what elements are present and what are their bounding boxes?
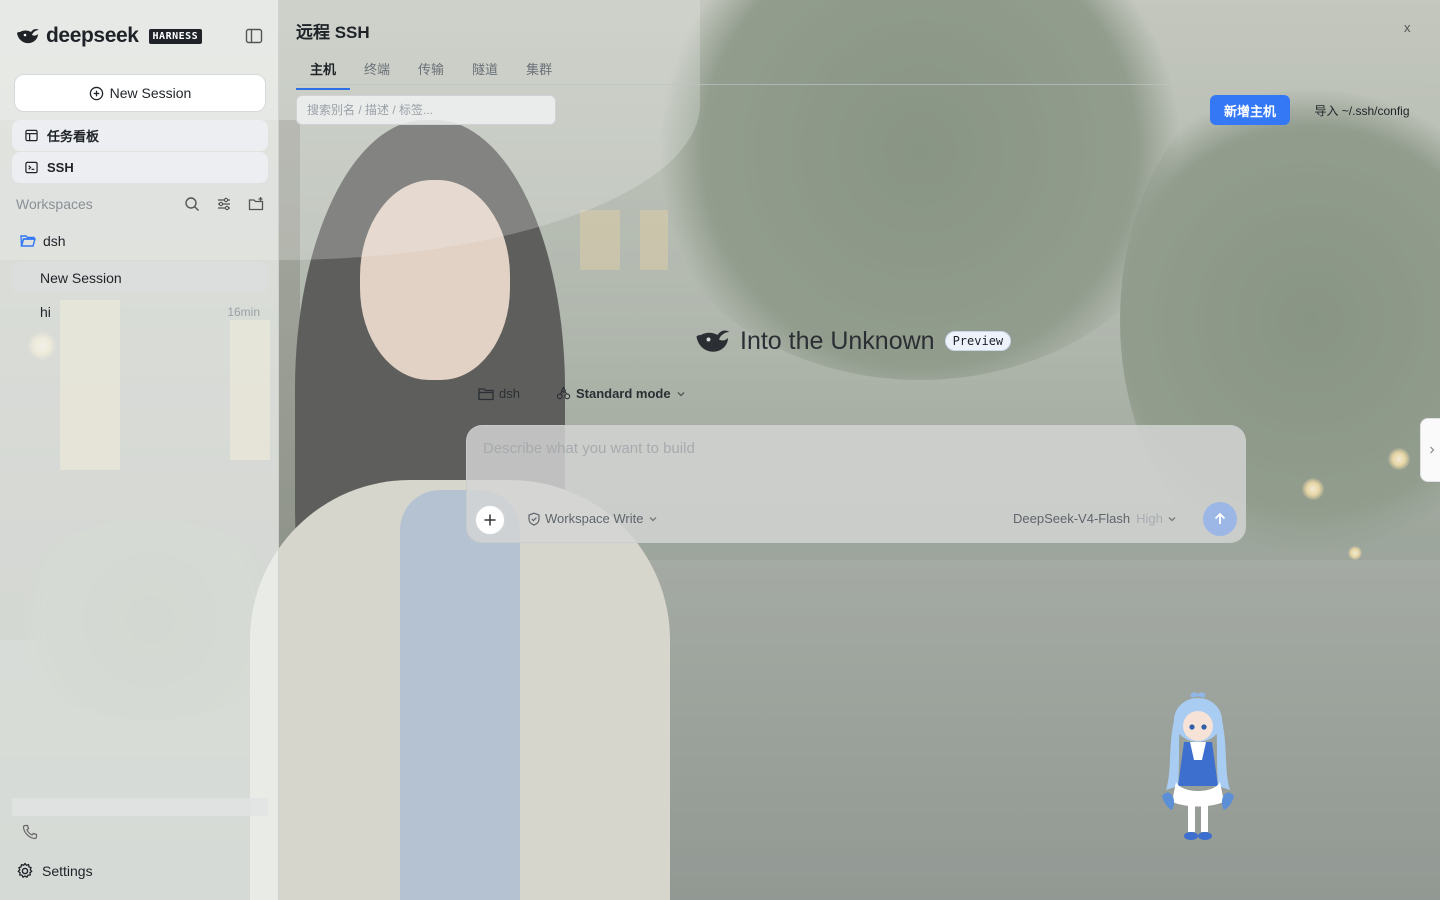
mode-icon bbox=[556, 386, 571, 400]
sliders-icon bbox=[218, 197, 230, 211]
chevron-right-icon bbox=[1430, 446, 1435, 454]
main-area: 远程 SSH x 主机 终端 传输 隧道 集群 新增主机 导入 ~/.ssh/c… bbox=[280, 0, 1440, 900]
board-icon bbox=[25, 129, 38, 142]
settings-label: Settings bbox=[42, 863, 93, 879]
workspaces-title: Workspaces bbox=[16, 196, 93, 212]
sidebar-toggle-icon bbox=[245, 28, 263, 44]
chevron-down-icon bbox=[649, 516, 656, 521]
right-panel-toggle[interactable] bbox=[1420, 418, 1440, 482]
session-time: 16min bbox=[227, 304, 260, 319]
permission-selector[interactable]: Workspace Write bbox=[527, 511, 658, 526]
new-session-button[interactable]: New Session bbox=[14, 74, 266, 112]
preview-badge: Preview bbox=[944, 331, 1012, 351]
add-host-button[interactable]: 新增主机 bbox=[1210, 95, 1290, 125]
mascot-character-icon[interactable] bbox=[1158, 690, 1238, 846]
sidebar-footer-divider bbox=[12, 798, 268, 816]
import-ssh-config-button[interactable]: 导入 ~/.ssh/config bbox=[1300, 95, 1424, 125]
hero-heading: Into the Unknown Preview bbox=[694, 326, 1012, 356]
effort-level: High bbox=[1136, 511, 1163, 526]
phone-button[interactable] bbox=[22, 824, 40, 842]
terminal-icon bbox=[25, 161, 38, 174]
shield-icon bbox=[528, 512, 540, 526]
workspace-selector-label: dsh bbox=[499, 386, 520, 401]
context-row: dsh Standard mode bbox=[478, 386, 686, 401]
filter-workspaces-button[interactable] bbox=[214, 194, 234, 214]
session-title: hi bbox=[40, 303, 51, 320]
ssh-panel: 远程 SSH x 主机 终端 传输 隧道 集群 新增主机 导入 ~/.ssh/c… bbox=[280, 0, 1440, 140]
brand-name: deepseek bbox=[46, 24, 139, 47]
model-name: DeepSeek-V4-Flash bbox=[1013, 511, 1131, 526]
permission-label: Workspace Write bbox=[545, 511, 644, 526]
brand-badge: HARNESS bbox=[148, 28, 203, 44]
send-button[interactable] bbox=[1203, 502, 1237, 536]
hero-title: Into the Unknown bbox=[740, 326, 935, 355]
workspace-selector[interactable]: dsh bbox=[478, 386, 520, 401]
phone-icon bbox=[22, 824, 38, 840]
session-item[interactable]: New Session bbox=[12, 262, 268, 293]
sidebar-item-ssh[interactable]: SSH bbox=[12, 152, 268, 183]
mode-selector-label: Standard mode bbox=[575, 386, 671, 401]
mode-selector[interactable]: Standard mode bbox=[556, 386, 686, 401]
gear-icon bbox=[17, 862, 33, 878]
folder-plus-icon bbox=[248, 197, 264, 211]
sidebar-item-task-board[interactable]: 任务看板 bbox=[12, 120, 268, 151]
chevron-down-icon bbox=[677, 391, 685, 396]
folder-open-icon bbox=[20, 235, 36, 247]
chevron-down-icon bbox=[1168, 516, 1176, 521]
page-title: 远程 SSH bbox=[296, 23, 370, 42]
whale-logo-icon bbox=[17, 28, 39, 44]
brand-logo: deepseek HARNESS bbox=[16, 24, 203, 48]
session-title: New Session bbox=[40, 269, 122, 286]
new-session-label: New Session bbox=[109, 85, 192, 101]
add-workspace-button[interactable] bbox=[246, 194, 266, 214]
plus-icon bbox=[484, 514, 496, 526]
attach-button[interactable] bbox=[475, 505, 505, 535]
session-item[interactable]: hi 16min bbox=[12, 296, 268, 327]
prompt-input[interactable] bbox=[483, 440, 1223, 480]
sidebar-item-label: SSH bbox=[47, 160, 74, 175]
search-icon bbox=[185, 197, 199, 211]
arrow-up-icon bbox=[1214, 512, 1226, 524]
sidebar: deepseek HARNESS New Session 任务看板 SSH Wo… bbox=[0, 0, 279, 900]
workspace-folder-dsh[interactable]: dsh bbox=[20, 233, 66, 249]
folder-icon bbox=[478, 387, 494, 400]
sidebar-toggle-button[interactable] bbox=[244, 26, 264, 46]
model-selector[interactable]: DeepSeek-V4-Flash High bbox=[1013, 511, 1177, 526]
plus-circle-icon bbox=[89, 86, 103, 100]
close-button[interactable]: x bbox=[1404, 20, 1411, 35]
workspaces-header: Workspaces bbox=[16, 195, 266, 213]
tabs-divider bbox=[296, 84, 1424, 85]
whale-logo-icon bbox=[696, 330, 730, 352]
sidebar-item-label: 任务看板 bbox=[47, 129, 100, 144]
settings-button[interactable]: Settings bbox=[16, 862, 93, 880]
search-workspaces-button[interactable] bbox=[182, 194, 202, 214]
prompt-composer: Workspace Write DeepSeek-V4-Flash High bbox=[466, 425, 1246, 543]
host-search-input[interactable] bbox=[296, 95, 556, 125]
workspace-name: dsh bbox=[43, 233, 66, 249]
